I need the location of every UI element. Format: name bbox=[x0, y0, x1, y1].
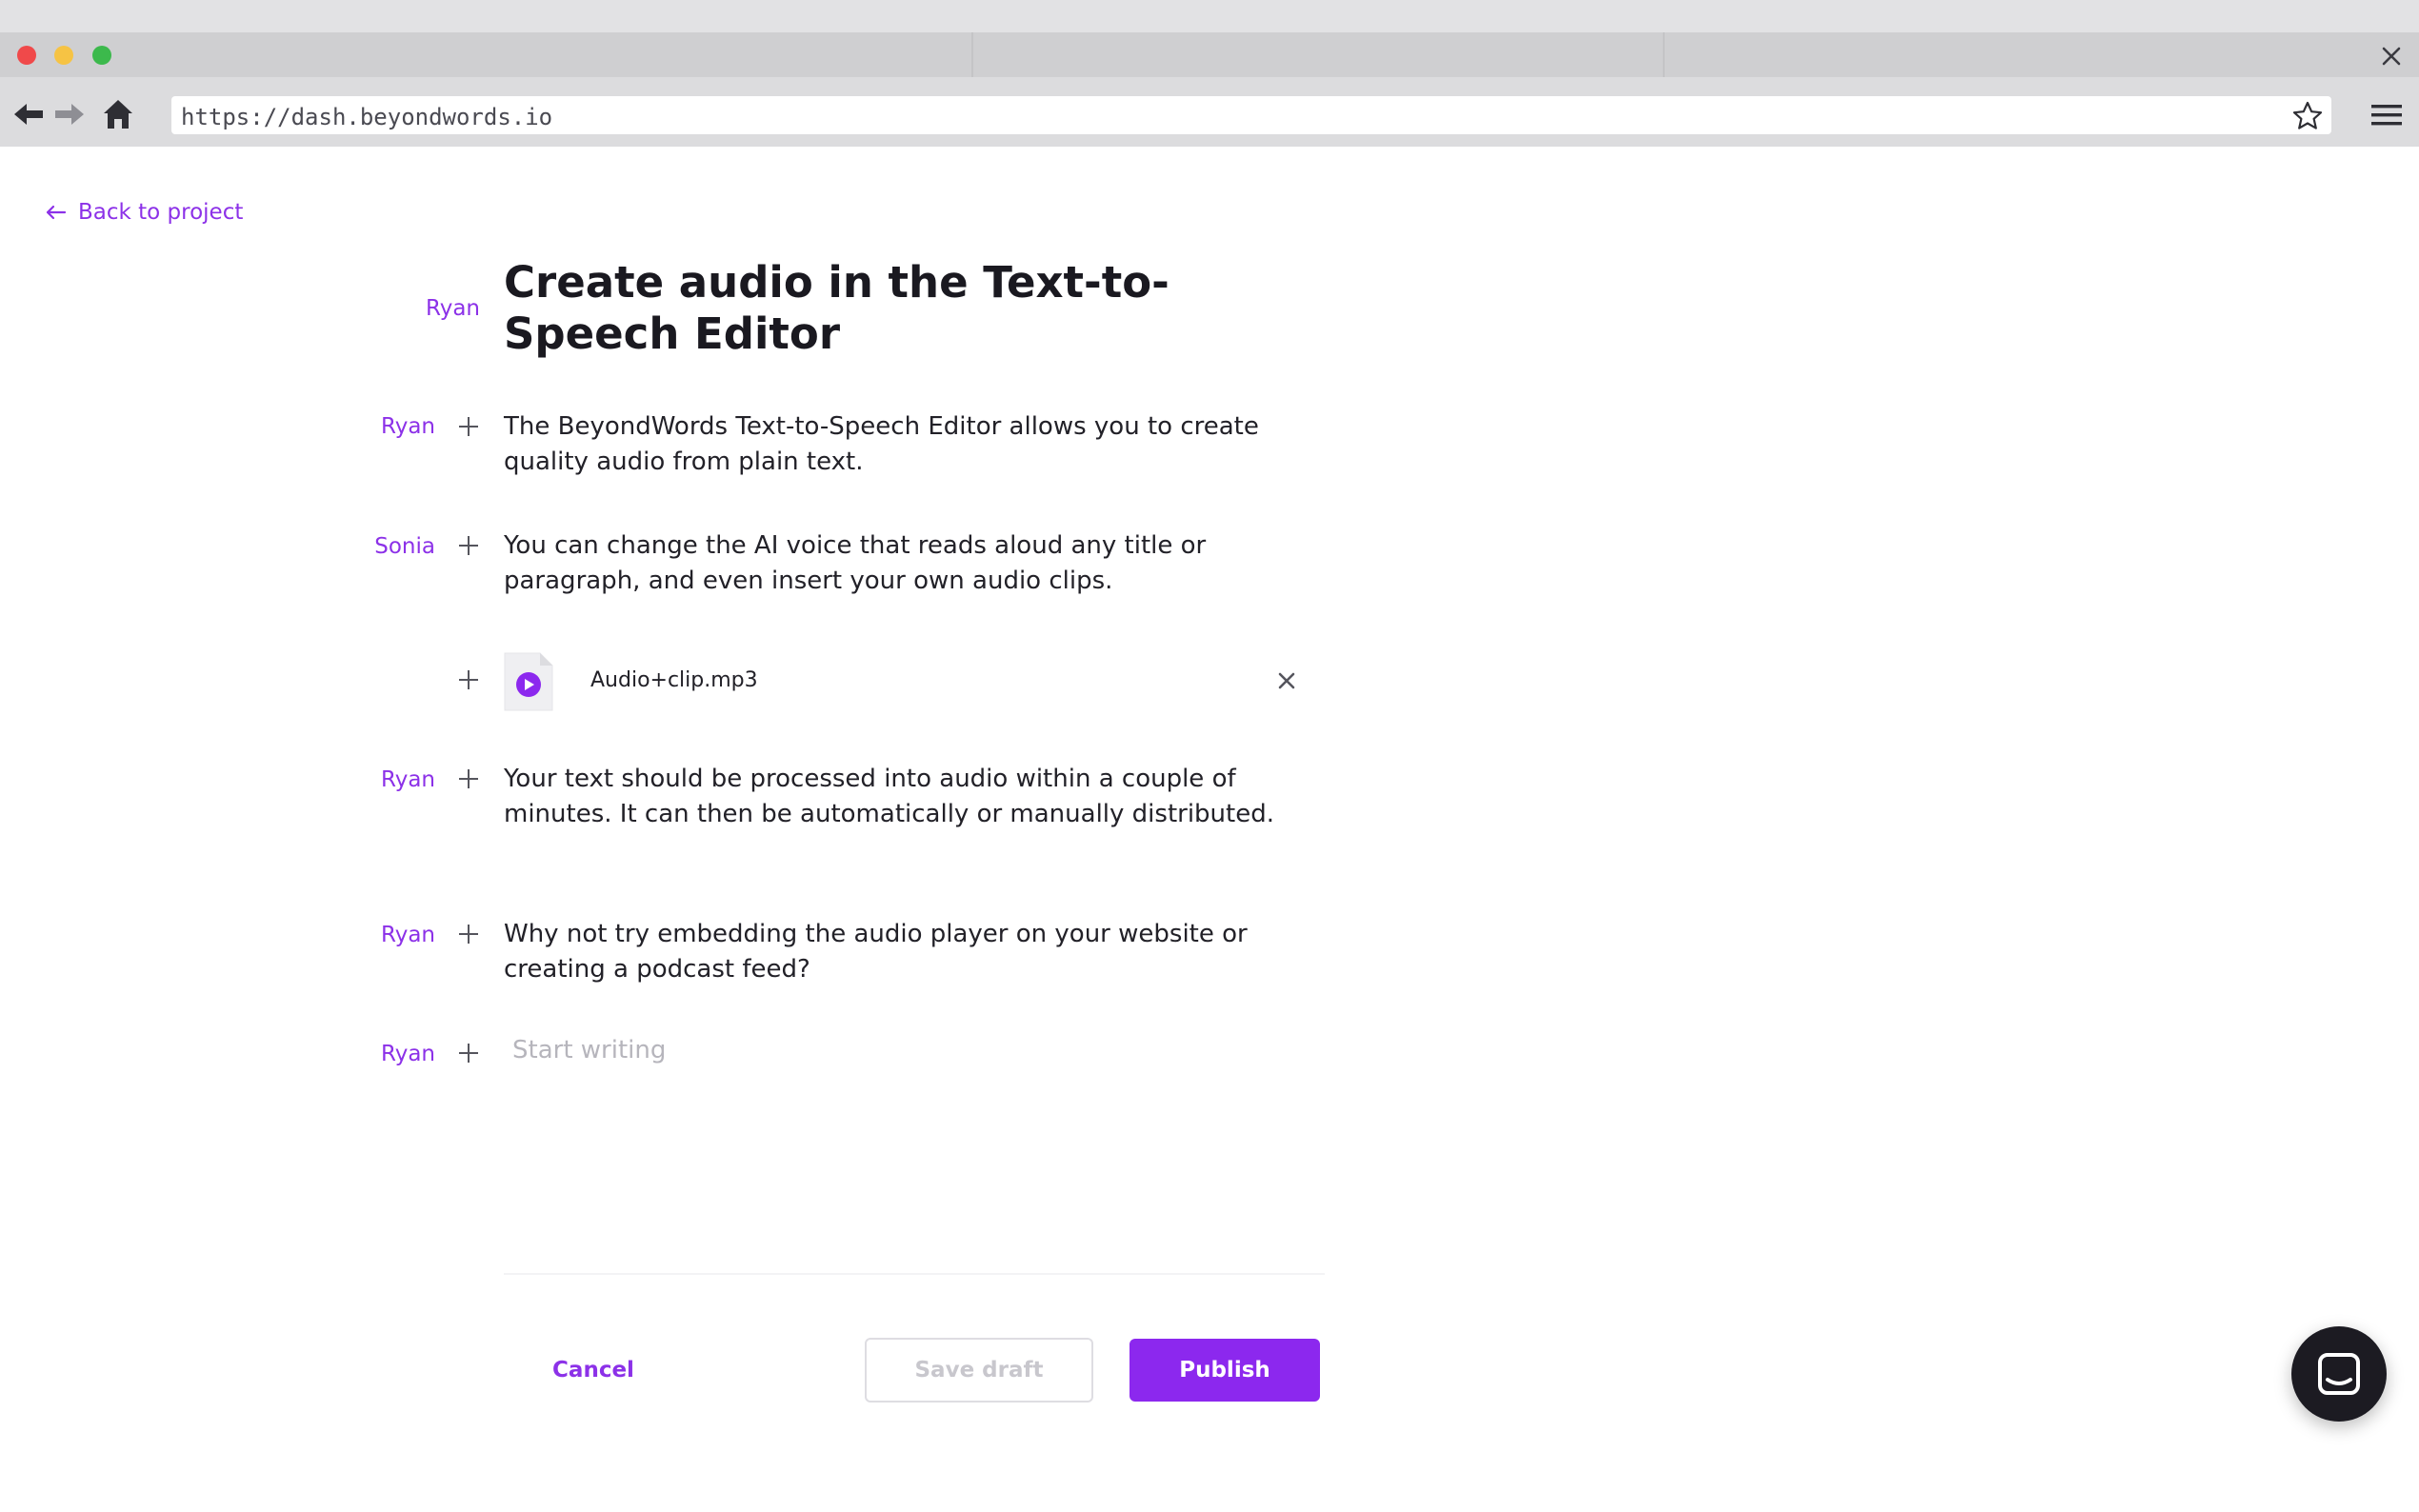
new-block-speaker-label[interactable]: Ryan bbox=[352, 1042, 435, 1066]
back-to-project-label: Back to project bbox=[78, 200, 244, 225]
url-text[interactable]: https://dash.beyondwords.io bbox=[181, 104, 552, 130]
chat-launcher-button[interactable] bbox=[2291, 1326, 2387, 1422]
browser-tab-bar bbox=[0, 32, 2419, 77]
left-arrow-icon bbox=[46, 205, 67, 220]
audio-file-icon bbox=[504, 652, 553, 711]
add-block-icon[interactable] bbox=[457, 668, 480, 691]
menu-icon[interactable] bbox=[2369, 99, 2404, 131]
audio-clip-filename[interactable]: Audio+clip.mp3 bbox=[590, 668, 758, 692]
add-block-icon[interactable] bbox=[457, 415, 480, 438]
paragraph-text[interactable]: The BeyondWords Text-to-Speech Editor al… bbox=[504, 409, 1323, 480]
window-close-dot[interactable] bbox=[17, 46, 36, 65]
content-divider bbox=[504, 1273, 1325, 1275]
window-top-strip bbox=[0, 0, 2419, 32]
tab-separator bbox=[1663, 32, 1665, 77]
address-bar[interactable]: https://dash.beyondwords.io bbox=[171, 96, 2331, 134]
paragraph-speaker-label[interactable]: Ryan bbox=[352, 414, 435, 439]
start-writing-input[interactable]: Start writing bbox=[512, 1036, 666, 1064]
add-block-icon[interactable] bbox=[457, 534, 480, 557]
paragraph-speaker-label[interactable]: Ryan bbox=[352, 923, 435, 947]
paragraph-speaker-label[interactable]: Sonia bbox=[352, 534, 435, 559]
tab-separator bbox=[971, 32, 973, 77]
remove-audio-clip-icon[interactable] bbox=[1272, 666, 1301, 695]
close-tab-icon[interactable] bbox=[2375, 40, 2408, 72]
save-draft-button[interactable]: Save draft bbox=[865, 1338, 1093, 1403]
paragraph-text[interactable]: Why not try embedding the audio player o… bbox=[504, 917, 1323, 987]
title-speaker-label[interactable]: Ryan bbox=[400, 296, 480, 321]
cancel-button[interactable]: Cancel bbox=[530, 1339, 657, 1402]
add-block-icon[interactable] bbox=[457, 767, 480, 790]
page-title[interactable]: Create audio in the Text-to-Speech Edito… bbox=[504, 257, 1228, 360]
paragraph-text[interactable]: You can change the AI voice that reads a… bbox=[504, 528, 1323, 599]
add-block-icon[interactable] bbox=[457, 923, 480, 945]
publish-button[interactable]: Publish bbox=[1130, 1339, 1320, 1402]
paragraph-text[interactable]: Your text should be processed into audio… bbox=[504, 762, 1323, 832]
back-to-project-link[interactable]: Back to project bbox=[46, 200, 243, 225]
window-minimize-dot[interactable] bbox=[54, 46, 73, 65]
home-icon[interactable] bbox=[99, 95, 137, 133]
paragraph-speaker-label[interactable]: Ryan bbox=[352, 767, 435, 792]
forward-arrow-icon[interactable] bbox=[50, 95, 89, 133]
back-arrow-icon[interactable] bbox=[10, 95, 48, 133]
chat-icon bbox=[2318, 1353, 2360, 1395]
add-block-icon[interactable] bbox=[457, 1042, 480, 1064]
window-maximize-dot[interactable] bbox=[92, 46, 111, 65]
bookmark-star-icon[interactable] bbox=[2291, 100, 2324, 132]
